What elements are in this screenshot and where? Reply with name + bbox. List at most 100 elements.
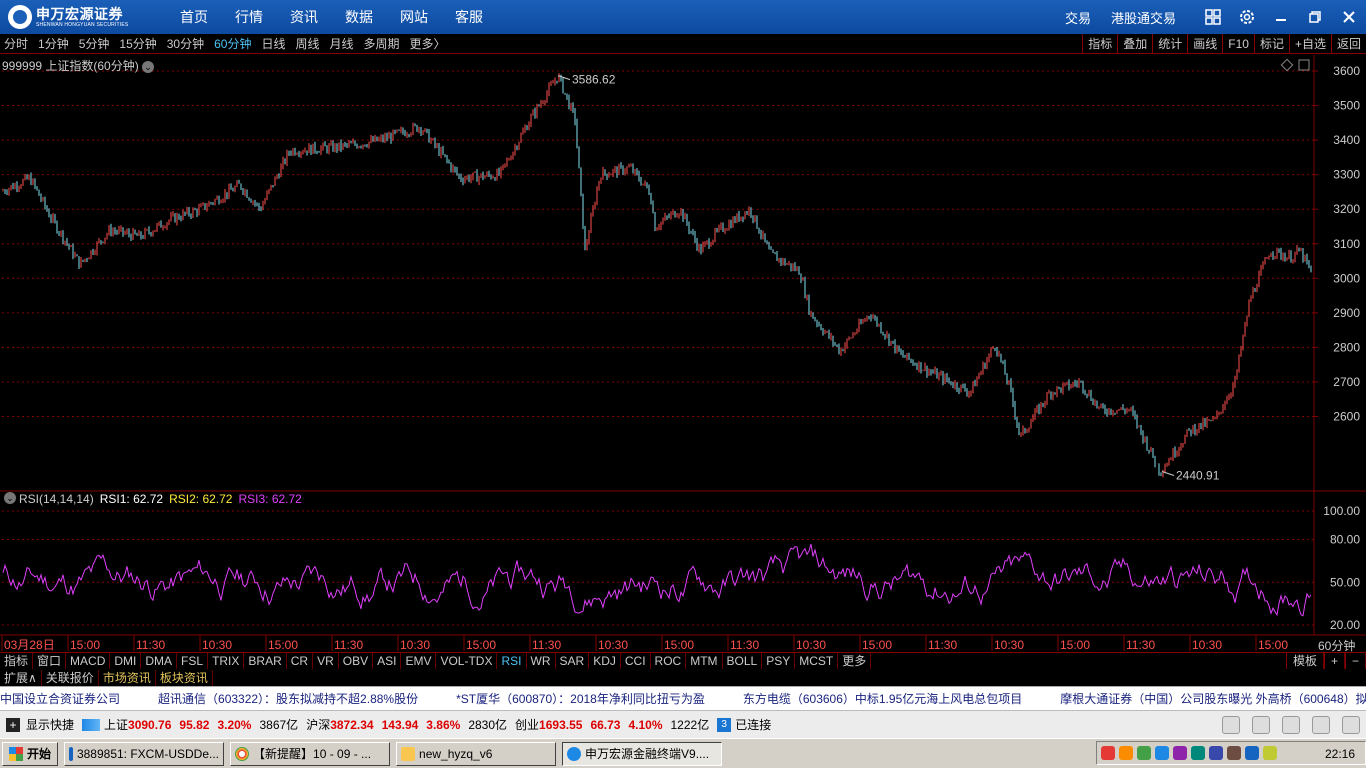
indicator-tab-dmi[interactable]: DMI [110, 653, 142, 669]
sector-news-tab[interactable]: 板块资讯 [156, 669, 213, 686]
indicator-tab-wr[interactable]: WR [527, 653, 556, 669]
period-60min[interactable]: 60分钟 [214, 35, 251, 52]
market-news-tab[interactable]: 市场资讯 [99, 669, 156, 686]
template-button[interactable]: 模板 [1285, 653, 1324, 669]
nav-news[interactable]: 资讯 [290, 7, 318, 27]
news-ticker[interactable]: 中国设立合资证券公司 超讯通信（603322）：股东拟减持不超2.88%股份 *… [0, 686, 1366, 710]
indicator-tab-kdj[interactable]: KDJ [589, 653, 621, 669]
indicator-tab-sar[interactable]: SAR [556, 653, 590, 669]
sound-icon[interactable] [1222, 716, 1240, 734]
hk-connect-link[interactable]: 港股通交易 [1111, 8, 1176, 27]
indicator-tab-cci[interactable]: CCI [621, 653, 651, 669]
indicator-tab-macd[interactable]: MACD [66, 653, 111, 669]
period-more[interactable]: 更多〉 [410, 35, 446, 52]
taskbar-item[interactable]: new_hyzq_v6 [396, 741, 557, 766]
period-tick[interactable]: 分时 [4, 35, 28, 52]
tray-icon[interactable] [1101, 746, 1115, 760]
tray-icon[interactable] [1263, 746, 1277, 760]
indicator-tab-fsl[interactable]: FSL [177, 653, 209, 669]
minimize-icon[interactable] [1272, 8, 1290, 26]
indicator-tab-emv[interactable]: EMV [401, 653, 437, 669]
plus-icon[interactable]: + [6, 717, 20, 732]
indicator-tab-brar[interactable]: BRAR [244, 653, 287, 669]
alert-icon[interactable] [1282, 716, 1300, 734]
tray-icon[interactable] [1119, 746, 1133, 760]
nav-website[interactable]: 网站 [400, 7, 428, 27]
indicator-button[interactable]: 指标 [1082, 34, 1117, 54]
indicator-tab-psy[interactable]: PSY [762, 653, 796, 669]
remove-window-button[interactable]: − [1344, 653, 1366, 669]
period-15min[interactable]: 15分钟 [119, 35, 156, 52]
related-quotes-tab[interactable]: 关联报价 [42, 669, 99, 686]
period-week[interactable]: 周线 [295, 35, 319, 52]
tray-icon[interactable] [1245, 746, 1259, 760]
add-window-button[interactable]: + [1323, 653, 1345, 669]
indicator-tab-dma[interactable]: DMA [141, 653, 178, 669]
taskbar-item-active[interactable]: 申万宏源金融终端V9.... [562, 741, 723, 766]
draw-button[interactable]: 画线 [1187, 34, 1222, 54]
show-shortcut[interactable]: 显示快捷 [26, 716, 74, 733]
nav-data[interactable]: 数据 [345, 7, 373, 27]
close-icon[interactable] [1340, 8, 1358, 26]
arrow-icon[interactable] [82, 718, 101, 731]
mark-button[interactable]: 标记 [1253, 34, 1289, 54]
tray-icon[interactable] [1155, 746, 1169, 760]
nav-quotes[interactable]: 行情 [235, 7, 263, 27]
start-button[interactable]: 开始 [2, 741, 59, 766]
gear-icon[interactable] [1238, 8, 1256, 26]
keyboard-icon[interactable] [1252, 716, 1270, 734]
chart-area[interactable]: 3600 3500 3400 3300 3200 3100 3000 2900 2800 2700… [0, 55, 1366, 655]
ticker-item[interactable]: 超讯通信（603322）：股东拟减持不超2.88%股份 [158, 690, 418, 707]
indicator-tab-窗口[interactable]: 窗口 [33, 653, 67, 669]
indicator-tab-obv[interactable]: OBV [339, 653, 374, 669]
back-button[interactable]: 返回 [1330, 34, 1366, 54]
stats-button[interactable]: 统计 [1152, 34, 1187, 54]
add-watchlist-button[interactable]: +自选 [1288, 34, 1331, 54]
f10-button[interactable]: F10 [1222, 34, 1254, 54]
tray-icon[interactable] [1209, 746, 1223, 760]
grid-icon[interactable] [1204, 8, 1222, 26]
restore-icon[interactable] [1306, 8, 1324, 26]
indicator-tab-cr[interactable]: CR [287, 653, 314, 669]
ticker-item[interactable]: 东方电缆（603606）中标1.95亿元海上风电总包项目 [743, 690, 1022, 707]
connection-status[interactable]: 已连接 [735, 716, 771, 733]
taskbar-item[interactable]: 【新提醒】10 - 09 - ... [230, 741, 391, 766]
indicator-tab-mcst[interactable]: MCST [795, 653, 839, 669]
trade-link[interactable]: 交易 [1065, 8, 1091, 27]
period-30min[interactable]: 30分钟 [167, 35, 204, 52]
collapse-icon[interactable]: ⌄ [4, 492, 16, 504]
expand-toggle[interactable]: 扩展∧ [0, 669, 42, 686]
nav-service[interactable]: 客服 [455, 7, 483, 27]
period-5min[interactable]: 5分钟 [79, 35, 110, 52]
logo-subtitle: SHENWAN HONGYUAN SECURITIES [36, 21, 129, 28]
settings-icon[interactable] [1342, 716, 1360, 734]
y-tick-label: 2600 [1333, 410, 1360, 424]
indicator-tab-trix[interactable]: TRIX [208, 653, 245, 669]
indicator-tab-指标[interactable]: 指标 [0, 653, 34, 669]
indicator-tab-asi[interactable]: ASI [373, 653, 402, 669]
indicator-tab-vol-tdx[interactable]: VOL-TDX [436, 653, 498, 669]
overlay-button[interactable]: 叠加 [1117, 34, 1152, 54]
period-day[interactable]: 日线 [261, 35, 285, 52]
nav-home[interactable]: 首页 [180, 7, 208, 27]
period-1min[interactable]: 1分钟 [38, 35, 69, 52]
tray-icon[interactable] [1191, 746, 1205, 760]
indicator-tab-mtm[interactable]: MTM [686, 653, 723, 669]
tools-icon[interactable] [1312, 716, 1330, 734]
indicator-tab-vr[interactable]: VR [313, 653, 339, 669]
ticker-item[interactable]: *ST厦华（600870）：2018年净利同比扭亏为盈 [456, 690, 705, 707]
indicator-tab-boll[interactable]: BOLL [723, 653, 763, 669]
tray-icon[interactable] [1137, 746, 1151, 760]
period-month[interactable]: 月线 [330, 35, 354, 52]
indicator-tab-roc[interactable]: ROC [651, 653, 687, 669]
tray-icon[interactable] [1173, 746, 1187, 760]
indicator-tab-rsi[interactable]: RSI [497, 653, 527, 669]
ticker-item[interactable]: 中国设立合资证券公司 [0, 690, 120, 707]
period-multi[interactable]: 多周期 [364, 35, 400, 52]
indicator-tab-更多[interactable]: 更多 [838, 653, 872, 669]
kline-chart[interactable]: 3600 3500 3400 3300 3200 3100 3000 2900 2800 2700… [0, 55, 1366, 655]
taskbar-item[interactable]: 3889851: FXCM-USDDe... [64, 741, 225, 766]
ticker-item[interactable]: 摩根大通证券（中国）公司股东曝光 外高桥（600648）拟 [1060, 690, 1366, 707]
chevron-down-icon[interactable]: ⌄ [142, 60, 155, 73]
tray-icon[interactable] [1227, 746, 1241, 760]
